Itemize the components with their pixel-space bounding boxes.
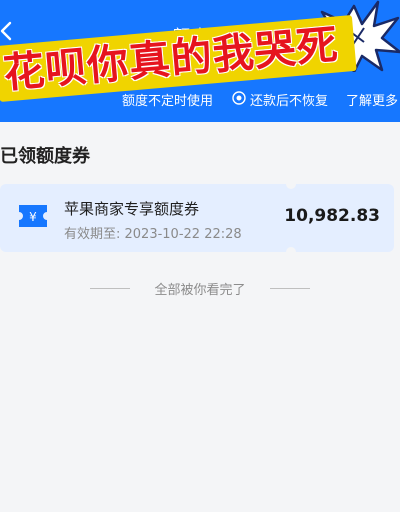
end-of-list: 全部被你看完了	[90, 279, 310, 299]
feature-repay-text: 还款后不恢复	[250, 94, 329, 109]
coupon-notch-bottom	[286, 247, 296, 257]
coupon-amount: 10,982.83	[284, 206, 380, 226]
feature-usage-text: 额度不定时使用	[122, 94, 214, 109]
coupon-name: 苹果商家专享额度券	[64, 200, 200, 218]
coupon-expiry: 有效期至: 2023-10-22 22:28	[64, 227, 242, 242]
repay-icon	[232, 91, 246, 105]
divider-right	[270, 288, 310, 289]
coupon-symbol: ¥	[29, 210, 37, 224]
coupon-notch-top	[286, 179, 296, 189]
section-title: 已领额度券	[0, 146, 90, 167]
header-bar: 额度券 额度不定时使用 还款后不恢复 了解更多 花呗你真的我哭死	[0, 0, 400, 122]
learn-more-link[interactable]: 了解更多	[346, 90, 398, 109]
coupon-ticket-icon: ¥	[19, 205, 47, 227]
